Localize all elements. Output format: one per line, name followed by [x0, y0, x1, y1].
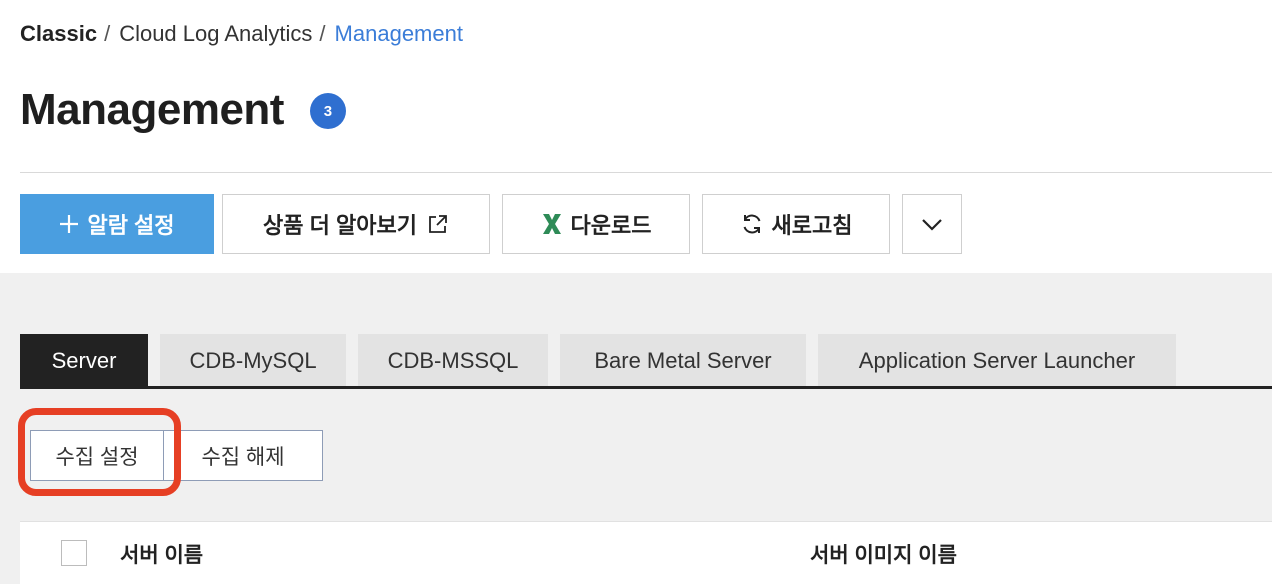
refresh-label: 새로고침 [771, 213, 853, 238]
breadcrumb-separator: / [104, 21, 111, 46]
resource-tabs: Server CDB-MySQL CDB-MSSQL Bare Metal Se… [20, 334, 1176, 387]
breadcrumb-item-cloud-log-analytics[interactable]: Cloud Log Analytics [119, 21, 312, 47]
download-button[interactable]: 다운로드 [502, 194, 690, 254]
column-header-server-name[interactable]: 서버 이름 [120, 539, 203, 569]
highlight-annotation [18, 408, 181, 496]
breadcrumb-item-management[interactable]: Management [335, 21, 463, 47]
external-link-icon [427, 213, 449, 235]
breadcrumb-item-classic[interactable]: Classic [20, 21, 97, 47]
alarm-settings-button[interactable]: 알람 설정 [20, 194, 214, 254]
collect-release-button[interactable]: 수집 해제 [163, 430, 323, 481]
tab-bare-metal-server[interactable]: Bare Metal Server [560, 334, 806, 387]
tab-cdb-mssql[interactable]: CDB-MSSQL [358, 334, 548, 387]
refresh-icon [740, 212, 764, 236]
more-options-button[interactable] [902, 194, 962, 254]
chevron-down-icon [921, 211, 943, 237]
tab-application-server-launcher[interactable]: Application Server Launcher [818, 334, 1176, 387]
excel-icon [541, 212, 563, 236]
select-all-checkbox[interactable] [61, 540, 87, 566]
tab-server[interactable]: Server [20, 334, 148, 387]
download-label: 다운로드 [570, 213, 652, 238]
breadcrumb-separator: / [319, 21, 326, 46]
learn-more-label: 상품 더 알아보기 [263, 213, 417, 238]
header-divider [20, 172, 1272, 173]
page-title: Management [20, 85, 284, 134]
breadcrumb: Classic / Cloud Log Analytics / Manageme… [20, 20, 463, 48]
plus-icon [59, 214, 79, 234]
toolbar: 알람 설정 상품 더 알아보기 다운로드 새로고침 [20, 194, 970, 254]
table-header: 서버 이름 서버 이미지 이름 [20, 521, 1272, 584]
count-badge: 3 [309, 93, 346, 129]
alarm-settings-label: 알람 설정 [87, 213, 175, 238]
page-header: Management 3 [20, 84, 346, 136]
column-header-server-image-name[interactable]: 서버 이미지 이름 [810, 539, 957, 569]
tabs-underline [20, 386, 1272, 389]
tab-cdb-mysql[interactable]: CDB-MySQL [160, 334, 346, 387]
learn-more-button[interactable]: 상품 더 알아보기 [222, 194, 490, 254]
refresh-button[interactable]: 새로고침 [702, 194, 890, 254]
